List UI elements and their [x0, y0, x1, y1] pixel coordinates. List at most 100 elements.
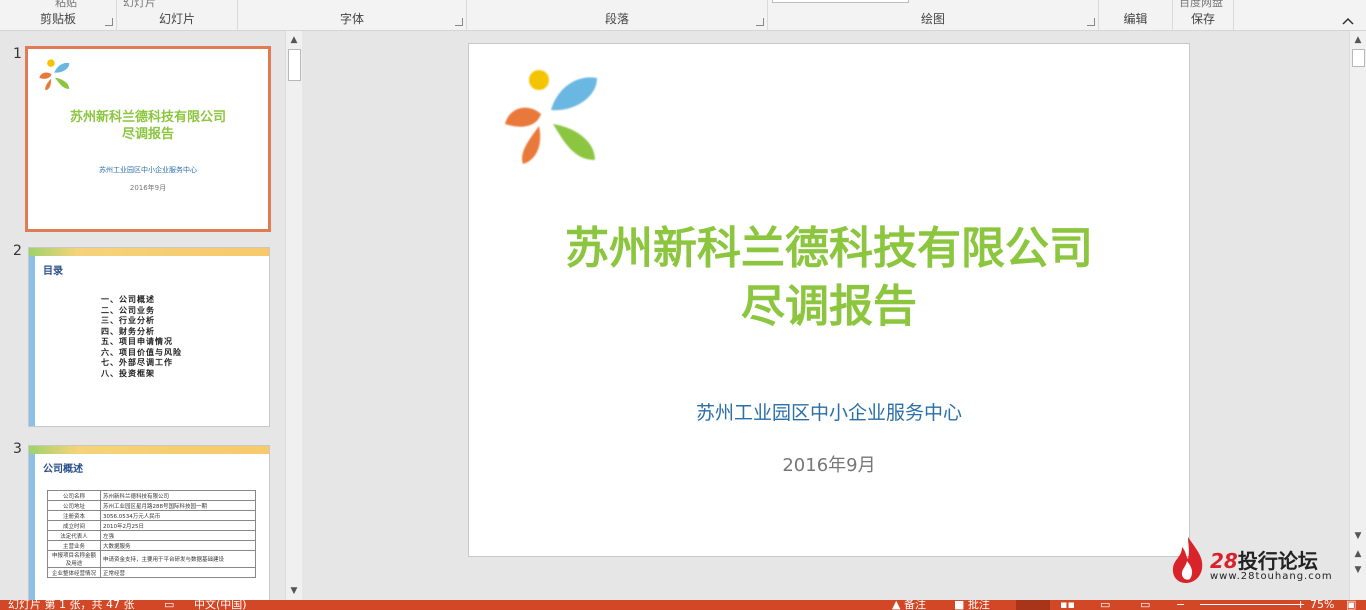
thumbnail-scroll-thumb[interactable]	[288, 49, 301, 81]
slide-thumbnail-1[interactable]: 苏州新科兰德科技有限公司 尽调报告 苏州工业园区中小企业服务中心 2016年9月	[25, 46, 271, 232]
toc-item: 七、外部尽调工作	[101, 357, 173, 367]
thumbnail-scrollbar[interactable]: ▲ ▼	[285, 31, 302, 600]
watermark-name: 投行论坛	[1237, 549, 1318, 573]
table-row: 公司名称 苏州新科兰德科技有限公司	[47, 490, 256, 501]
toc-item: 三、行业分析	[101, 315, 155, 325]
logo-icon	[505, 70, 597, 164]
toc-item: 八、投资框架	[101, 367, 155, 378]
normal-view-button[interactable]	[1016, 600, 1050, 610]
slide-thumbnail-2[interactable]: 目录 一、公司概述 二、公司业务 三、行业分析 四、财务分析 五、项目申请情况 …	[28, 247, 270, 427]
clipboard-group[interactable]: 粘贴 剪贴板	[0, 0, 117, 30]
company-overview-table: 公司名称 苏州新科兰德科技有限公司 公司地址 苏州工业园区星月路288号国际科技园一…	[47, 490, 256, 578]
font-launcher-icon[interactable]	[455, 18, 463, 26]
notes-label: 备注	[903, 600, 926, 610]
zoom-slider[interactable]	[1200, 604, 1300, 605]
slide-number: 2	[13, 243, 22, 259]
main-scroll-thumb[interactable]	[1352, 49, 1365, 67]
slides-group[interactable]: 幻灯片 幻灯片	[117, 0, 238, 30]
slide-editing-area[interactable]: 苏州新科兰德科技有限公司 尽调报告 苏州工业园区中小企业服务中心 2016年9月	[303, 31, 1349, 600]
watermark-number: 28	[1210, 549, 1238, 573]
toc-item: 六、项目价值与风险	[101, 346, 182, 357]
clipboard-launcher-icon[interactable]	[105, 18, 113, 26]
thumb-heading: 目录	[43, 266, 63, 277]
save-group-label: 保存	[1190, 12, 1215, 26]
drawing-group-label: 绘图	[920, 12, 945, 26]
thumbnail-pane[interactable]: 1 苏州新科兰德科技有限公司 尽调报告 苏州工业园区中小企业服务中心 2016年…	[0, 31, 302, 602]
toc-item: 二、公司业务	[101, 304, 155, 315]
toc-item: 五、项目申请情况	[101, 336, 173, 346]
toc-list: 一、公司概述 二、公司业务 三、行业分析 四、财务分析 五、项目申请情况 六、项…	[101, 294, 182, 378]
thumb-title-line1: 苏州新科兰德科技有限公司	[69, 110, 226, 125]
font-group[interactable]: 字体	[238, 0, 467, 30]
table-row: 法定代表人 左强	[47, 530, 256, 541]
slide-title-line1: 苏州新科兰德科技有限公司	[565, 223, 1093, 274]
slide-counter: 幻灯片 第 1 张，共 47 张	[8, 600, 135, 610]
thumb-side-band	[29, 256, 35, 426]
ribbon: 粘贴 剪贴板 幻灯片 幻灯片 字体 段落 绘图 编辑 百度网盘 保存	[0, 0, 1366, 31]
previous-slide-icon[interactable]: ▲	[1351, 547, 1365, 561]
slide-sorter-view-icon[interactable]: ▪▪	[1060, 600, 1075, 610]
table-row: 企业整体经营情况 正常经营	[47, 567, 256, 578]
thumb-subtitle: 苏州工业园区中小企业服务中心	[99, 166, 197, 174]
drawing-launcher-icon[interactable]	[1087, 18, 1095, 26]
scroll-down-icon[interactable]: ▼	[287, 584, 301, 598]
next-slide-icon[interactable]: ▼	[1351, 563, 1365, 577]
baidu-netdisk-fragment[interactable]: 百度网盘	[1179, 0, 1223, 10]
thumb-side-band	[29, 454, 35, 601]
zoom-level[interactable]: 75%	[1310, 600, 1334, 610]
paste-fragment[interactable]: 粘贴	[55, 0, 77, 10]
toc-item: 四、财务分析	[101, 325, 155, 336]
flame-icon	[1172, 537, 1203, 583]
current-slide[interactable]: 苏州新科兰德科技有限公司 尽调报告 苏州工业园区中小企业服务中心 2016年9月	[468, 43, 1190, 557]
slide-number: 3	[13, 441, 22, 457]
zoom-out-icon[interactable]: −	[1176, 600, 1185, 610]
logo-icon	[39, 59, 70, 91]
table-row: 主营业务 大数据服务	[47, 540, 256, 551]
slideshow-view-icon[interactable]: ▭	[1140, 600, 1150, 610]
new-slide-fragment[interactable]: 幻灯片	[123, 0, 156, 10]
main-scrollbar[interactable]: ▲ ▼ ▲ ▼	[1349, 31, 1366, 600]
comments-label: 批注	[967, 600, 990, 610]
table-row: 注册资本 3056.0534万元人民币	[47, 510, 256, 521]
collapse-ribbon-icon[interactable]	[1342, 14, 1354, 28]
watermark-url: www.28touhang.com	[1210, 571, 1333, 582]
language-indicator[interactable]: 中文(中国)	[194, 600, 247, 610]
status-bar: 幻灯片 第 1 张，共 47 张 ▭ 中文(中国) ▲ 备注 ■ 批注 ▪▪ ▭…	[0, 600, 1366, 610]
scroll-up-icon[interactable]: ▲	[287, 33, 301, 47]
comments-button[interactable]: ■ 批注	[954, 600, 990, 610]
thumb-title-line2: 尽调报告	[121, 127, 174, 142]
editing-group[interactable]: 编辑	[1099, 0, 1173, 30]
scroll-down-icon[interactable]: ▼	[1351, 529, 1365, 543]
save-group[interactable]: 百度网盘 保存	[1173, 0, 1234, 30]
paragraph-group[interactable]: 段落	[467, 0, 768, 30]
slide-title-line2: 尽调报告	[741, 281, 917, 332]
table-row: 公司地址 苏州工业园区星月路288号国际科技园一期	[47, 500, 256, 511]
paragraph-launcher-icon[interactable]	[756, 18, 764, 26]
toc-item: 一、公司概述	[101, 294, 155, 304]
scroll-up-icon[interactable]: ▲	[1351, 33, 1365, 47]
editing-group-label: 编辑	[1123, 12, 1148, 26]
fit-to-window-icon[interactable]: ▣	[1346, 600, 1356, 610]
drawing-group[interactable]: 绘图	[768, 0, 1099, 30]
zoom-in-icon[interactable]: +	[1296, 600, 1305, 610]
paragraph-group-label: 段落	[604, 12, 629, 26]
slide-thumbnail-3[interactable]: 公司概述 公司名称 苏州新科兰德科技有限公司 公司地址 苏州工业园区星月路288号国…	[28, 445, 270, 602]
spellcheck-icon[interactable]: ▭	[164, 600, 174, 610]
shape-gallery[interactable]	[772, 0, 909, 3]
thumb-heading: 公司概述	[43, 464, 83, 475]
slides-group-label: 幻灯片	[158, 12, 195, 26]
slide-date[interactable]: 2016年9月	[469, 451, 1189, 477]
forum-watermark: 28投行论坛 www.28touhang.com	[1170, 535, 1350, 585]
reading-view-icon[interactable]: ▭	[1100, 600, 1110, 610]
slide-title[interactable]: 苏州新科兰德科技有限公司 尽调报告	[469, 220, 1189, 336]
table-row: 成立时间 2010年2月25日	[47, 520, 256, 531]
table-row: 申报项目名称金额及用途 申请资金支持，主要用于平台研发与数据基础建设	[47, 550, 256, 568]
clipboard-group-label: 剪贴板	[39, 12, 76, 26]
thumb-header-band	[29, 248, 269, 256]
thumb-header-band	[29, 446, 269, 454]
font-group-label: 字体	[339, 12, 364, 26]
thumb-date: 2016年9月	[129, 184, 167, 192]
slide-subtitle[interactable]: 苏州工业园区中小企业服务中心	[469, 398, 1189, 425]
slide-number: 1	[13, 46, 22, 62]
notes-button[interactable]: ▲ 备注	[892, 600, 926, 610]
